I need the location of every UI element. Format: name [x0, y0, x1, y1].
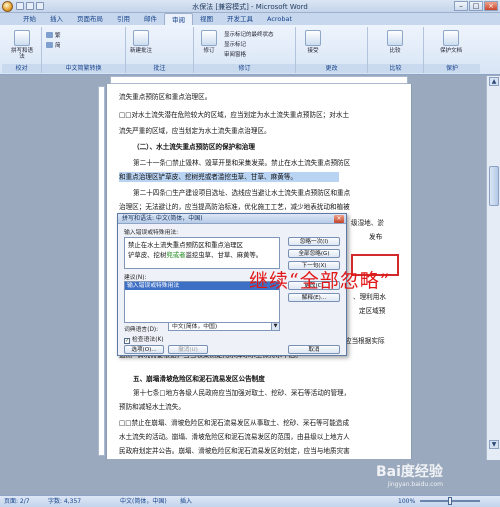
group-changes: 接受 更改 — [296, 27, 368, 73]
title-bar: 水保法 [兼容模式] - Microsoft Word – □ × — [0, 0, 500, 13]
tab-references[interactable]: 引用 — [110, 13, 137, 25]
doc-line: 流失严重的区域，应当划定为水土流失重点治理区。 — [119, 127, 271, 135]
scroll-down-icon[interactable]: ▼ — [489, 440, 499, 449]
track-changes-icon — [201, 30, 217, 46]
word-count[interactable]: 字数: 4,357 — [48, 496, 81, 507]
close-button[interactable]: × — [484, 1, 498, 11]
tab-insert[interactable]: 插入 — [43, 13, 70, 25]
doc-line: 水土流失的活动。崩塌、滑坡危险区和泥石流易发区的范围，由县级以上地方人 — [119, 433, 350, 441]
annotation-text: 继续“全部忽略” — [249, 270, 391, 292]
lang-label: 词典语言(D): — [124, 327, 159, 333]
chevron-down-icon[interactable]: ▼ — [271, 323, 279, 330]
status-bar: 页面: 2/7 字数: 4,357 中文(简体，中国) 插入 100% — [0, 495, 500, 507]
dialog-close-icon[interactable]: × — [334, 215, 344, 223]
doc-line: 第二十四条□生产建设项目选址、选线应当避让水土流失重点预防区和重点 — [133, 189, 351, 197]
track-changes-button[interactable]: 修订 — [198, 30, 220, 54]
horizontal-ruler[interactable] — [110, 76, 408, 84]
scroll-thumb[interactable] — [489, 166, 499, 206]
lock-icon — [443, 30, 459, 46]
group-chinese-conversion: 繁 简 中文简繁转换 — [42, 27, 126, 73]
group-protect: 保护文档 保护 — [424, 27, 480, 73]
group-proofing: 拼写和语法 校对 — [2, 27, 42, 73]
abc-check-icon — [14, 30, 30, 46]
tab-review[interactable]: 审阅 — [164, 13, 193, 25]
ignore-once-button[interactable]: 忽略一次(I) — [288, 237, 340, 246]
tab-view[interactable]: 视图 — [193, 13, 220, 25]
doc-fragment: 、理利用水 — [353, 293, 386, 301]
comment-icon — [133, 30, 149, 46]
accept-icon — [305, 30, 321, 46]
dialog-title: 拼写和语法: 中文(简体，中国) — [118, 214, 346, 224]
doc-line: 第二十一条□禁止毁林、毁草开垦和采集发菜。禁止在水土流失重点预防区 — [133, 159, 351, 167]
vertical-ruler[interactable] — [98, 86, 105, 456]
compare-button[interactable]: 比较 — [384, 30, 406, 54]
window-controls: – □ × — [454, 1, 498, 11]
suggest-label: 建议(N): — [124, 275, 147, 281]
markup-dropdown[interactable]: 显示标记的最终状态 — [224, 31, 274, 39]
ignore-all-button[interactable]: 全部忽略(G) — [288, 249, 340, 258]
page-indicator[interactable]: 页面: 2/7 — [4, 496, 30, 507]
zoom-slider[interactable] — [420, 497, 480, 505]
doc-heading: 五、崩塌滑坡危险区和泥石流易发区公告制度 — [133, 375, 265, 383]
tab-developer[interactable]: 开发工具 — [220, 13, 260, 25]
options-button[interactable]: 选项(O)... — [124, 345, 164, 354]
scroll-up-icon[interactable]: ▲ — [489, 77, 499, 86]
review-pane-button[interactable]: 审阅窗格 — [224, 51, 246, 59]
checkmark-icon: ✓ — [124, 338, 130, 344]
check-grammar-checkbox[interactable]: ✓ 检查语法(K) — [124, 334, 164, 344]
dictionary-language-select[interactable]: 中文(简体，中国) ▼ — [168, 322, 280, 331]
doc-line: □□禁止在崩塌、滑坡危险区和泥石流易发区从事取土、挖砂、采石等可能造成 — [119, 419, 350, 427]
minimize-button[interactable]: – — [454, 1, 468, 11]
error-word: 兜或者 — [166, 251, 186, 259]
vertical-scrollbar[interactable]: ▲ ▼ — [486, 76, 500, 460]
sentence-box[interactable]: 禁止在水土流失重点预防区和重点治理区 铲草皮、挖树兜或者滥挖虫草、甘草、麻黄等。 — [124, 237, 280, 269]
doc-fragment: 发布 — [369, 233, 383, 241]
protect-document-button[interactable]: 保护文档 — [440, 30, 462, 54]
doc-line: 流失重点预防区和重点治理区。 — [119, 93, 212, 101]
doc-fragment: 定区域预 — [359, 307, 386, 315]
zoom-level[interactable]: 100% — [398, 496, 415, 507]
convert-icon — [46, 32, 53, 38]
ribbon-tabs: 开始 插入 页面布局 引用 邮件 审阅 视图 开发工具 Acrobat — [0, 13, 500, 25]
language-indicator[interactable]: 中文(简体，中国) — [120, 496, 167, 507]
doc-fragment: 级湿地、淤 — [351, 219, 384, 227]
explain-button[interactable]: 解释(E)... — [288, 293, 340, 302]
group-comments: 新建批注 批注 — [126, 27, 194, 73]
convert-icon — [46, 42, 53, 48]
window-title: 水保法 [兼容模式] - Microsoft Word — [192, 3, 308, 11]
doc-line: 治理区；无法避让的，应当提高防治标准，优化施工工艺，减少地表扰动和植被 — [119, 203, 350, 211]
simp-chinese-button[interactable]: 简 — [46, 42, 61, 50]
new-comment-button[interactable]: 新建批注 — [130, 30, 152, 54]
spelling-grammar-button[interactable]: 拼写和语法 — [11, 30, 33, 60]
show-markup-button[interactable]: 显示标记 — [224, 41, 246, 49]
insert-mode[interactable]: 插入 — [180, 496, 192, 507]
accept-button[interactable]: 接受 — [302, 30, 324, 54]
group-tracking: 修订 显示标记的最终状态 显示标记 审阅窗格 修订 — [194, 27, 296, 73]
doc-line: 预防和减轻水土流失。 — [119, 403, 185, 411]
doc-line: □□对水土流失潜在危险较大的区域，应当划定为水土流失重点预防区；对水土 — [119, 111, 350, 119]
tab-acrobat[interactable]: Acrobat — [260, 13, 299, 25]
trad-chinese-button[interactable]: 繁 — [46, 32, 61, 40]
group-compare: 比较 比较 — [368, 27, 424, 73]
tab-mailings[interactable]: 邮件 — [137, 13, 164, 25]
doc-fragment: 应当根据实际 — [345, 337, 385, 345]
doc-line: 民政府划定并公告。崩塌、滑坡危险区和泥石流易发区的划定，应当与地质灾害 — [119, 447, 350, 455]
tab-home[interactable]: 开始 — [16, 13, 43, 25]
zoom-knob[interactable] — [448, 497, 452, 505]
input-label: 输入错误或特殊用法: — [124, 230, 179, 236]
cancel-button[interactable]: 取消 — [288, 345, 340, 354]
watermark: Bai度经验 jingyan.baidu.com — [376, 464, 443, 488]
doc-heading: （二）、水土流失重点预防区的保护和治理 — [133, 143, 255, 151]
compare-icon — [387, 30, 403, 46]
doc-line-selected: 和重点治理区铲草皮、挖树兜或者滥挖虫草、甘草、麻黄等。 — [119, 172, 339, 182]
undo-button[interactable]: 撤消(U) — [168, 345, 208, 354]
tab-page-layout[interactable]: 页面布局 — [70, 13, 110, 25]
maximize-button[interactable]: □ — [469, 1, 483, 11]
ribbon: 拼写和语法 校对 繁 简 中文简繁转换 新建批注 批注 修订 显示标记的最终状态… — [0, 25, 500, 75]
doc-line: 第十七条□地方各级人民政府应当加强对取土、挖砂、采石等活动的管理， — [133, 389, 351, 397]
